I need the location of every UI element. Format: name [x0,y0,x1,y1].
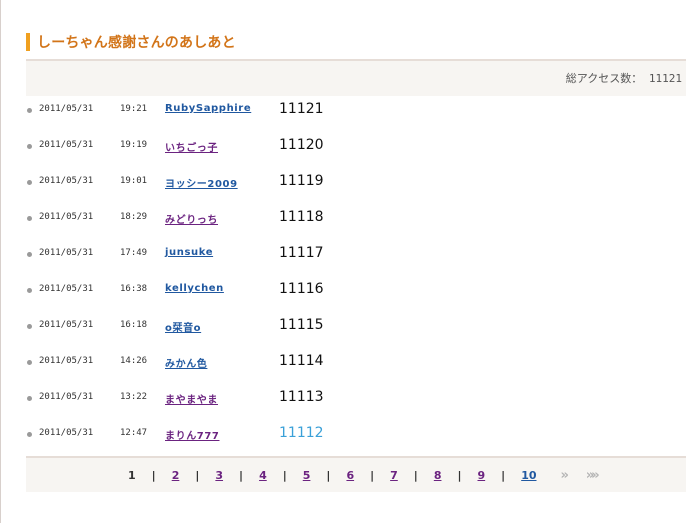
visit-time: 18:29 [120,212,148,222]
page-separator: | [370,469,375,482]
bullet-icon [27,432,32,437]
visitor-link[interactable]: RubySapphire [165,103,251,114]
visit-date: 2011/05/31 [39,248,94,258]
visit-date: 2011/05/31 [39,428,94,438]
page-link-7[interactable]: 7 [390,469,398,482]
visitor-row: 2011/05/31 16:38 kellychen 11116 [26,273,686,309]
access-number: 11120 [279,137,324,153]
access-number: 11118 [279,209,324,225]
visit-time: 14:26 [120,356,148,366]
access-number: 11112 [279,425,324,441]
access-number: 11113 [279,389,324,405]
access-number: 11119 [279,173,324,189]
visitor-row: 2011/05/31 12:47 まりん777 11112 [26,417,686,453]
bullet-icon [27,216,32,221]
access-number: 11116 [279,281,324,297]
visitor-link[interactable]: みどりっち [165,211,218,226]
visit-time: 17:49 [120,248,148,258]
visitor-row: 2011/05/31 19:01 ヨッシー2009 11119 [26,165,686,201]
total-access-label: 総アクセス数： [565,72,643,85]
visit-date: 2011/05/31 [39,104,94,114]
page-current: 1 [128,469,136,482]
bullet-icon [27,288,32,293]
visitor-row: 2011/05/31 19:19 いちごっ子 11120 [26,129,686,165]
access-number: 11117 [279,245,324,261]
total-access-value: 11121 [648,72,682,85]
heading-accent-bar [26,33,30,51]
visitor-link[interactable]: いちごっ子 [165,139,218,154]
page-link-5[interactable]: 5 [303,469,311,482]
visitor-row: 2011/05/31 18:29 みどりっち 11118 [26,201,686,237]
page-title: しーちゃん感謝さんのあしあと [37,35,236,51]
visitor-link[interactable]: o栞音o [165,319,201,334]
page-link-2[interactable]: 2 [172,469,180,482]
visitor-list: 2011/05/31 19:21 RubySapphire 11121 2011… [26,93,686,453]
last-page-icon[interactable]: »» [586,468,600,483]
page-separator: | [239,469,244,482]
pagination: 1 | 2 | 3 | 4 | 5 | 6 | 7 | 8 | 9 | 10 »… [128,468,600,483]
visit-date: 2011/05/31 [39,212,94,222]
visit-time: 16:38 [120,284,148,294]
access-number: 11121 [279,101,324,117]
page-separator: | [326,469,331,482]
bullet-icon [27,324,32,329]
visitor-link[interactable]: junsuke [165,247,213,258]
visitor-row: 2011/05/31 14:26 みかん色 11114 [26,345,686,381]
bullet-icon [27,108,32,113]
page-link-9[interactable]: 9 [478,469,486,482]
visit-time: 19:21 [120,104,148,114]
visit-date: 2011/05/31 [39,140,94,150]
page-separator: | [151,469,156,482]
visit-date: 2011/05/31 [39,176,94,186]
page-separator: | [413,469,418,482]
page-separator: | [282,469,287,482]
bullet-icon [27,396,32,401]
pagination-bar: 1 | 2 | 3 | 4 | 5 | 6 | 7 | 8 | 9 | 10 »… [26,456,686,492]
visit-time: 19:19 [120,140,148,150]
access-number: 11114 [279,353,324,369]
access-summary-bar: 総アクセス数： 11121 [26,59,686,96]
visit-date: 2011/05/31 [39,356,94,366]
bullet-icon [27,360,32,365]
visitor-link[interactable]: ヨッシー2009 [165,175,238,190]
bullet-icon [27,252,32,257]
page-link-8[interactable]: 8 [434,469,442,482]
visitor-row: 2011/05/31 13:22 まやまやま 11113 [26,381,686,417]
visit-date: 2011/05/31 [39,392,94,402]
page-separator: | [501,469,506,482]
bullet-icon [27,144,32,149]
bullet-icon [27,180,32,185]
visit-time: 16:18 [120,320,148,330]
access-number: 11115 [279,317,324,333]
visit-date: 2011/05/31 [39,320,94,330]
section-heading: しーちゃん感謝さんのあしあと [26,30,236,54]
page-link-10[interactable]: 10 [521,469,536,482]
visitor-row: 2011/05/31 16:18 o栞音o 11115 [26,309,686,345]
next-page-icon[interactable]: » [561,468,570,483]
visitor-link[interactable]: みかん色 [165,355,207,370]
page-separator: | [457,469,462,482]
page-separator: | [195,469,200,482]
visit-time: 13:22 [120,392,148,402]
visitor-link[interactable]: kellychen [165,283,224,294]
page-link-4[interactable]: 4 [259,469,267,482]
total-access-count: 総アクセス数： 11121 [566,70,682,86]
left-border [0,0,1,523]
visitor-row: 2011/05/31 19:21 RubySapphire 11121 [26,93,686,129]
page-link-6[interactable]: 6 [346,469,354,482]
visit-time: 19:01 [120,176,148,186]
visitor-link[interactable]: まりん777 [165,427,219,442]
visitor-row: 2011/05/31 17:49 junsuke 11117 [26,237,686,273]
visit-time: 12:47 [120,428,148,438]
visitor-link[interactable]: まやまやま [165,391,218,406]
page-link-3[interactable]: 3 [215,469,223,482]
visit-date: 2011/05/31 [39,284,94,294]
